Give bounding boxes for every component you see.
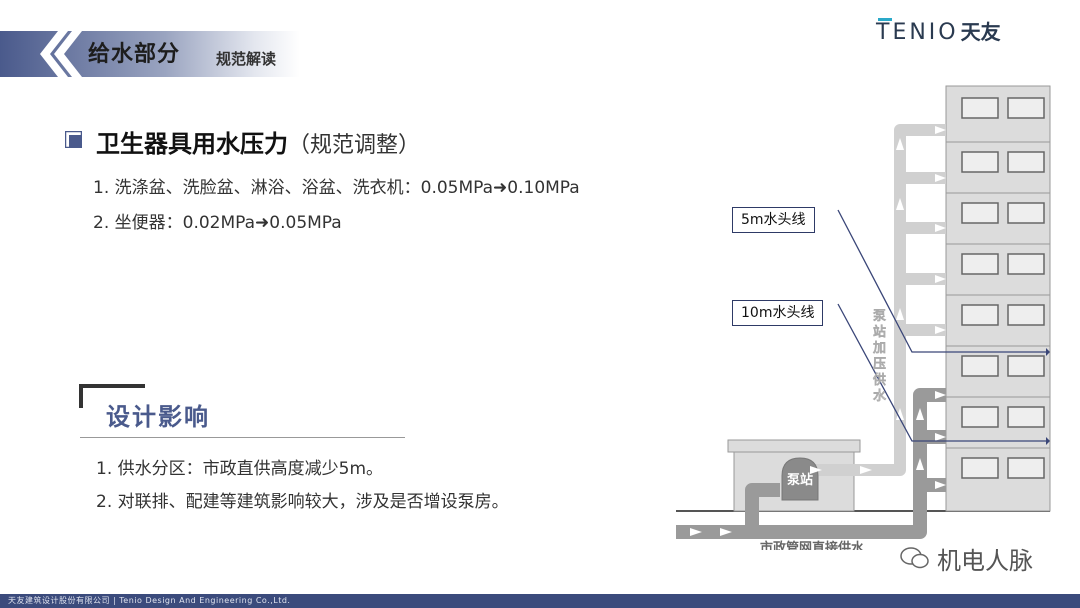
logo-text-cn: 天友 <box>960 20 1001 44</box>
building <box>945 85 1051 512</box>
chevron-left-icon <box>40 31 82 77</box>
section-heading-text: 卫生器具用水压力 <box>96 130 288 158</box>
watermark: 机电人脉 <box>905 541 1033 576</box>
impact-divider <box>80 437 405 438</box>
pump-supply-label: 泵站加压供水 <box>872 309 887 404</box>
pump-label-text: 泵站 <box>787 472 813 488</box>
section-heading-note: （规范调整） <box>288 133 421 158</box>
pressure-line-2: 2. 坐便器：0.02MPa➜0.05MPa <box>93 213 342 233</box>
page-title: 给水部分 <box>88 42 181 67</box>
impact-item-1: 1. 供水分区：市政直供高度减少5m。 <box>96 459 383 479</box>
impact-title: 设计影响 <box>106 403 210 431</box>
section-heading: 卫生器具用水压力（规范调整） <box>96 124 420 159</box>
pressure-line-1: 1. 洗涤盆、洗脸盆、淋浴、浴盆、洗衣机：0.05MPa➜0.10MPa <box>93 178 580 198</box>
square-bullet-icon <box>65 131 82 148</box>
water-supply-diagram: 泵站 泵站加压供水 市政管网直接供水 <box>676 85 1051 550</box>
company-logo: TENIO 天友 <box>876 16 1001 45</box>
impact-item-2: 2. 对联排、配建等建筑影响较大，涉及是否增设泵房。 <box>96 492 509 512</box>
label-10m-head: 10m水头线 <box>732 300 824 326</box>
municipal-label: 市政管网直接供水 <box>760 540 865 550</box>
label-5m-head: 5m水头线 <box>732 207 815 233</box>
pump-label: 泵站 <box>787 472 813 488</box>
page-subtitle: 规范解读 <box>216 50 277 68</box>
watermark-text: 机电人脉 <box>937 547 1033 575</box>
footer: 天友建筑设计股份有限公司 | Tenio Design And Engineer… <box>0 594 1080 608</box>
logo-text-en: TENIO <box>876 20 959 45</box>
